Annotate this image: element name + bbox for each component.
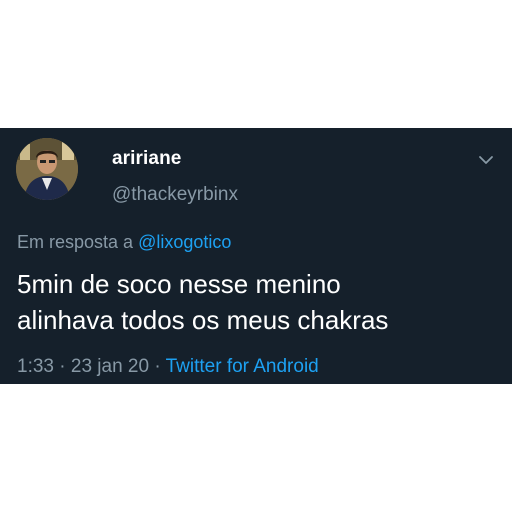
reply-mention-link[interactable]: @lixogotico bbox=[138, 232, 231, 252]
meta-separator: · bbox=[149, 356, 166, 377]
tweet-card: aririane @thackeyrbinx Em resposta a @li… bbox=[0, 128, 512, 384]
user-handle[interactable]: @thackeyrbinx bbox=[112, 184, 238, 206]
reply-context: Em resposta a @lixogotico bbox=[17, 232, 231, 253]
reply-prefix: Em resposta a bbox=[17, 232, 139, 252]
avatar[interactable] bbox=[16, 138, 78, 200]
tweet-source-link[interactable]: Twitter for Android bbox=[166, 356, 319, 377]
tweet-text: 5min de soco nesse menino alinhava todos… bbox=[17, 266, 497, 338]
tweet-metadata: 1:33 · 23 jan 20 · Twitter for Android bbox=[17, 356, 319, 378]
tweet-text-line: 5min de soco nesse menino bbox=[17, 269, 341, 299]
tweet-time[interactable]: 1:33 bbox=[17, 356, 54, 377]
tweet-date[interactable]: 23 jan 20 bbox=[71, 356, 149, 377]
avatar-image bbox=[16, 138, 78, 200]
meta-separator: · bbox=[53, 356, 71, 377]
chevron-down-icon[interactable] bbox=[476, 150, 496, 170]
display-name[interactable]: aririane bbox=[112, 148, 181, 170]
tweet-text-line: alinhava todos os meus chakras bbox=[17, 305, 389, 335]
